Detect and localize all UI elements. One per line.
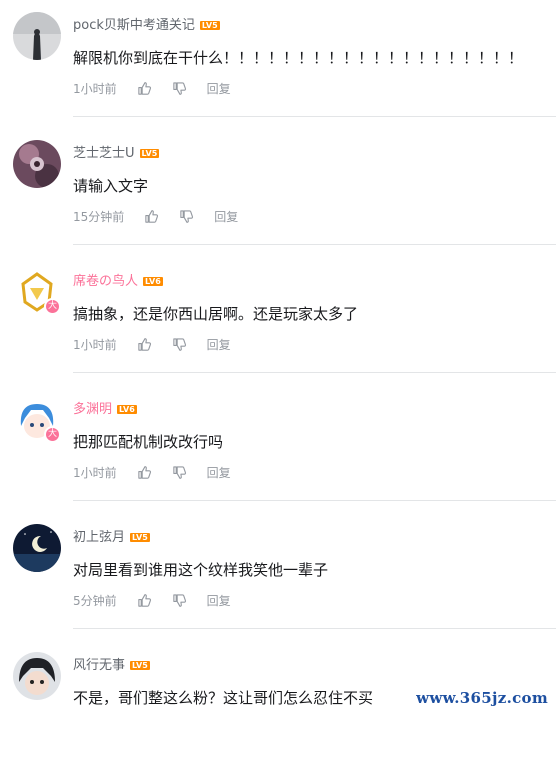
- like-button[interactable]: [137, 81, 152, 96]
- username[interactable]: 多渊明 LV6: [73, 401, 137, 419]
- reply-button[interactable]: 回复: [207, 336, 231, 353]
- comment-text: 不是，哥们整这么粉？这让哥们怎么忍住不买: [73, 689, 374, 707]
- level-badge: LV6: [117, 405, 137, 414]
- comment-text: 请输入文字: [73, 177, 149, 195]
- avatar[interactable]: [13, 524, 61, 572]
- username[interactable]: pock贝斯中考通关记 LV5: [73, 17, 220, 35]
- level-badge: LV5: [130, 661, 150, 670]
- username[interactable]: 初上弦月 LV5: [73, 529, 150, 547]
- dislike-button[interactable]: [179, 209, 194, 224]
- level-badge: LV5: [199, 21, 220, 30]
- comment-time: 1小时前: [73, 465, 117, 480]
- thumb-up-icon: [137, 593, 152, 608]
- like-button[interactable]: [137, 593, 152, 608]
- comment-actions: 5分钟前 回复: [73, 591, 231, 609]
- divider: [73, 628, 556, 629]
- divider: [73, 116, 556, 117]
- comment-actions: 1小时前 回复: [73, 463, 231, 481]
- thumb-up-icon: [144, 209, 159, 224]
- dislike-button[interactable]: [172, 593, 187, 608]
- thumb-down-icon: [172, 593, 187, 608]
- comment-actions: 1小时前 回复: [73, 335, 231, 353]
- vip-badge: 大: [44, 426, 61, 443]
- thumb-up-icon: [137, 81, 152, 96]
- thumb-down-icon: [172, 81, 187, 96]
- thumb-down-icon: [179, 209, 194, 224]
- dislike-button[interactable]: [172, 81, 187, 96]
- comment-text: 搞抽象，还是你西山居啊。还是玩家太多了: [73, 305, 359, 323]
- comment-time: 1小时前: [73, 337, 117, 352]
- comment-item: 大 多渊明 LV6 把那匹配机制改改行吗 1小时前 回复: [0, 384, 556, 512]
- comment-text: 解限机你到底在干什么！！！！！！！！！！！！！！！！！！！！: [73, 49, 524, 67]
- vip-badge: 大: [44, 298, 61, 315]
- avatar[interactable]: [13, 12, 61, 60]
- reply-button[interactable]: 回复: [214, 208, 238, 225]
- divider: [73, 372, 556, 373]
- comment-item: pock贝斯中考通关记 LV5 解限机你到底在干什么！！！！！！！！！！！！！！！…: [0, 0, 556, 128]
- thumb-up-icon: [137, 337, 152, 352]
- thumb-up-icon: [137, 465, 152, 480]
- reply-button[interactable]: 回复: [207, 592, 231, 609]
- level-badge: LV6: [143, 277, 163, 286]
- comment-time: 5分钟前: [73, 593, 117, 608]
- site-watermark: www.365jz.com: [416, 689, 548, 707]
- thumb-down-icon: [172, 337, 187, 352]
- reply-button[interactable]: 回复: [207, 80, 231, 97]
- avatar[interactable]: [13, 652, 61, 700]
- like-button[interactable]: [144, 209, 159, 224]
- dislike-button[interactable]: [172, 337, 187, 352]
- comment-item: 初上弦月 LV5 对局里看到谁用这个纹样我笑他一辈子 5分钟前 回复: [0, 512, 556, 640]
- like-button[interactable]: [137, 337, 152, 352]
- comment-time: 15分钟前: [73, 209, 125, 224]
- thumb-down-icon: [172, 465, 187, 480]
- username[interactable]: 风行无事 LV5: [73, 657, 150, 675]
- comment-text: 对局里看到谁用这个纹样我笑他一辈子: [73, 561, 329, 579]
- username[interactable]: 席卷の鸟人 LV6: [73, 273, 163, 291]
- dislike-button[interactable]: [172, 465, 187, 480]
- reply-button[interactable]: 回复: [207, 464, 231, 481]
- comment-item: 芝士芝士U LV5 请输入文字 15分钟前 回复: [0, 128, 556, 256]
- divider: [73, 500, 556, 501]
- avatar[interactable]: [13, 140, 61, 188]
- comment-actions: 1小时前 回复: [73, 79, 231, 97]
- comment-text: 把那匹配机制改改行吗: [73, 433, 224, 451]
- level-badge: LV5: [139, 149, 160, 158]
- level-badge: LV5: [130, 533, 150, 542]
- like-button[interactable]: [137, 465, 152, 480]
- username[interactable]: 芝士芝士U LV5: [73, 145, 160, 163]
- comment-item: 大 席卷の鸟人 LV6 搞抽象，还是你西山居啊。还是玩家太多了 1小时前 回复: [0, 256, 556, 384]
- comment-actions: 15分钟前 回复: [73, 207, 238, 225]
- comment-time: 1小时前: [73, 81, 117, 96]
- divider: [73, 244, 556, 245]
